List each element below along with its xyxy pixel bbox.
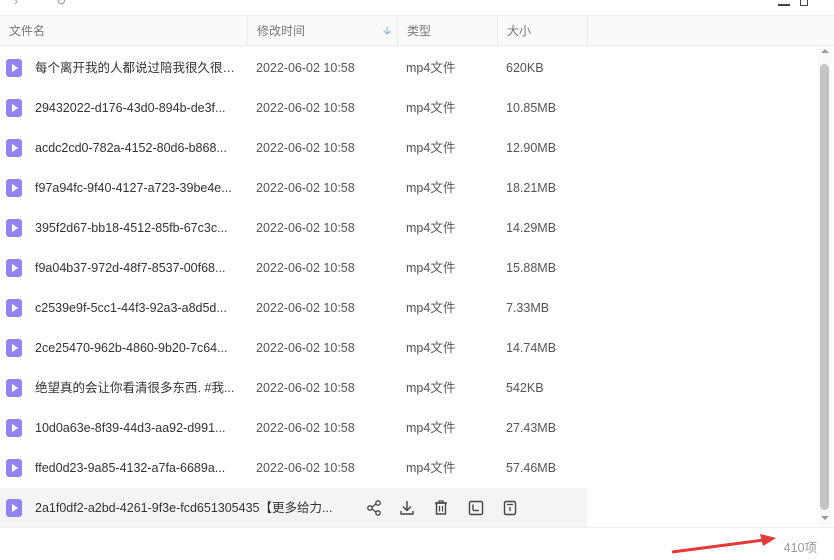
video-file-icon — [6, 99, 22, 117]
video-file-icon — [6, 219, 22, 237]
video-file-icon — [6, 179, 22, 197]
share-icon[interactable] — [365, 499, 383, 517]
file-size: 15.88MB — [506, 261, 557, 275]
scrollbar-thumb[interactable] — [820, 64, 829, 510]
table-row-hovered[interactable]: 2a1f0df2-a2bd-4261-9f3e-fcd651305435【更多给… — [0, 488, 816, 528]
more-icon[interactable] — [501, 499, 519, 517]
file-size: 57.46MB — [506, 461, 557, 475]
file-time: 2022-06-02 10:58 — [256, 461, 355, 475]
table-row[interactable]: c2539e9f-5cc1-44f3-92a3-a8d5d... 2022-06… — [0, 288, 816, 328]
video-file-icon — [6, 459, 22, 477]
file-size: 14.74MB — [506, 341, 557, 355]
file-time: 2022-06-02 10:58 — [256, 221, 355, 235]
sort-view-icon[interactable] — [778, 0, 790, 6]
file-type: mp4文件 — [406, 101, 456, 115]
file-size: 7.33MB — [506, 301, 550, 315]
file-time: 2022-06-02 10:58 — [256, 101, 355, 115]
video-file-icon — [6, 339, 22, 357]
file-size: 14.29MB — [506, 221, 557, 235]
table-row[interactable]: ffed0d23-9a85-4132-a7fa-6689a... 2022-06… — [0, 448, 816, 488]
view-mode-icon[interactable] — [800, 0, 808, 6]
file-time: 2022-06-02 10:58 — [256, 341, 355, 355]
file-name: 绝望真的会让你看清很多东西. #我... — [35, 381, 235, 395]
column-header-time-label: 修改时间 — [257, 24, 306, 38]
refresh-icon[interactable]: ↻ — [56, 0, 66, 8]
download-icon[interactable] — [398, 499, 416, 517]
video-file-icon — [6, 59, 22, 77]
video-file-icon — [6, 499, 22, 517]
table-row[interactable]: 395f2d67-bb18-4512-85fb-67c3c... 2022-06… — [0, 208, 816, 248]
rename-icon[interactable] — [467, 499, 485, 517]
file-name: 29432022-d176-43d0-894b-de3f... — [35, 101, 226, 115]
video-file-icon — [6, 299, 22, 317]
delete-icon[interactable] — [432, 499, 450, 517]
file-time: 2022-06-02 10:58 — [256, 61, 355, 75]
file-name: c2539e9f-5cc1-44f3-92a3-a8d5d... — [35, 301, 227, 315]
red-arrow-annotation — [671, 534, 776, 554]
scroll-up-arrow-icon[interactable] — [821, 49, 829, 53]
file-type: mp4文件 — [406, 341, 456, 355]
video-file-icon — [6, 139, 22, 157]
column-header-name[interactable]: 文件名 — [0, 16, 248, 46]
file-name: 10d0a63e-8f39-44d3-aa92-d991... — [35, 421, 226, 435]
file-size: 27.43MB — [506, 421, 557, 435]
table-row[interactable]: f9a04b37-972d-48f7-8537-00f68... 2022-06… — [0, 248, 816, 288]
table-row[interactable]: 29432022-d176-43d0-894b-de3f... 2022-06-… — [0, 88, 816, 128]
file-size: 12.90MB — [506, 141, 557, 155]
video-file-icon — [6, 379, 22, 397]
file-name: ffed0d23-9a85-4132-a7fa-6689a... — [35, 461, 226, 475]
table-row[interactable]: 每个离开我的人都说过陪我很久很久... 2022-06-02 10:58 mp4… — [0, 48, 816, 88]
table-header: 文件名 修改时间 🡣 类型 大小 — [0, 16, 834, 46]
file-name: 2ce25470-962b-4860-9b20-7c64... — [35, 341, 228, 355]
file-name: f9a04b37-972d-48f7-8537-00f68... — [35, 261, 226, 275]
table-row[interactable]: 绝望真的会让你看清很多东西. #我... 2022-06-02 10:58 mp… — [0, 368, 816, 408]
file-size: 10.85MB — [506, 101, 557, 115]
file-name: f97a94fc-9f40-4127-a723-39be4e... — [35, 181, 232, 195]
column-header-time[interactable]: 修改时间 🡣 — [248, 16, 398, 46]
file-name: acdc2cd0-782a-4152-80d6-b868... — [35, 141, 227, 155]
file-name: 每个离开我的人都说过陪我很久很久... — [35, 61, 241, 75]
file-time: 2022-06-02 10:58 — [256, 381, 355, 395]
file-time: 2022-06-02 10:58 — [256, 261, 355, 275]
file-type: mp4文件 — [406, 421, 456, 435]
video-file-icon — [6, 259, 22, 277]
column-header-size[interactable]: 大小 — [498, 16, 588, 46]
file-size: 18.21MB — [506, 181, 557, 195]
file-time: 2022-06-02 10:58 — [256, 421, 355, 435]
file-time: 2022-06-02 10:58 — [256, 181, 355, 195]
file-time: 2022-06-02 10:58 — [256, 141, 355, 155]
file-type: mp4文件 — [406, 141, 456, 155]
file-type: mp4文件 — [406, 261, 456, 275]
table-row[interactable]: 2ce25470-962b-4860-9b20-7c64... 2022-06-… — [0, 328, 816, 368]
top-toolbar: › ↻ — [0, 0, 834, 16]
item-count: 410项 — [783, 541, 817, 555]
table-row[interactable]: acdc2cd0-782a-4152-80d6-b868... 2022-06-… — [0, 128, 816, 168]
forward-arrow-icon[interactable]: › — [14, 0, 18, 8]
video-file-icon — [6, 419, 22, 437]
scroll-down-arrow-icon[interactable] — [821, 516, 829, 520]
file-size: 620KB — [506, 61, 544, 75]
file-type: mp4文件 — [406, 301, 456, 315]
file-size: 542KB — [506, 381, 544, 395]
table-row[interactable]: 10d0a63e-8f39-44d3-aa92-d991... 2022-06-… — [0, 408, 816, 448]
file-type: mp4文件 — [406, 461, 456, 475]
file-type: mp4文件 — [406, 181, 456, 195]
file-type: mp4文件 — [406, 381, 456, 395]
table-row[interactable]: f97a94fc-9f40-4127-a723-39be4e... 2022-0… — [0, 168, 816, 208]
file-time: 2022-06-02 10:58 — [256, 301, 355, 315]
file-type: mp4文件 — [406, 61, 456, 75]
column-header-type[interactable]: 类型 — [398, 16, 498, 46]
file-type: mp4文件 — [406, 221, 456, 235]
file-name: 2a1f0df2-a2bd-4261-9f3e-fcd651305435【更多给… — [35, 501, 333, 515]
sort-desc-icon: 🡣 — [383, 25, 391, 37]
file-name: 395f2d67-bb18-4512-85fb-67c3c... — [35, 221, 228, 235]
